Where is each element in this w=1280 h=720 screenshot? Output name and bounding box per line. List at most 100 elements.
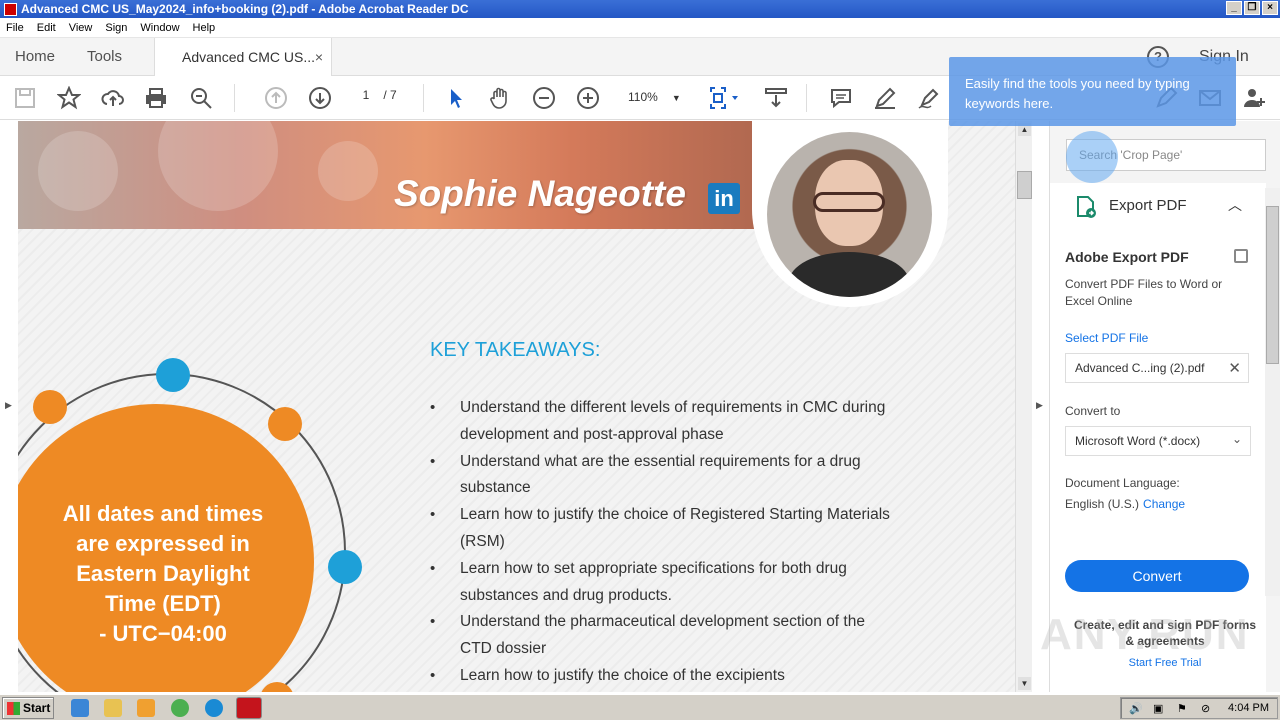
toolbar-separator: [806, 84, 807, 112]
menu-file[interactable]: File: [6, 22, 24, 34]
takeaways-list: Understand the different levels of requi…: [430, 395, 900, 690]
comment-icon[interactable]: [829, 86, 853, 110]
orbit-dot: [328, 550, 362, 584]
select-cursor-icon[interactable]: [444, 86, 468, 110]
orbit-dot: [268, 407, 302, 441]
network-icon[interactable]: ▣: [1153, 702, 1163, 715]
tab-document-label: Advanced CMC US...: [182, 49, 316, 65]
dates-line: Eastern Daylight: [76, 561, 250, 586]
scroll-thumb[interactable]: [1266, 206, 1279, 364]
tab-document[interactable]: Advanced CMC US... ×: [154, 38, 332, 76]
toolbar-separator: [423, 84, 424, 112]
start-button[interactable]: Start: [2, 697, 54, 719]
panel-title: Adobe Export PDF: [1065, 249, 1189, 265]
document-language-label: Document Language:: [1065, 476, 1180, 490]
scroll-down-icon[interactable]: ▼: [1018, 677, 1031, 690]
acrobat-icon: [4, 2, 17, 16]
next-page-icon[interactable]: [308, 86, 332, 110]
speaker-name: Sophie Nageotte: [394, 173, 686, 214]
print-icon[interactable]: [144, 86, 168, 110]
page-number-input[interactable]: 1: [352, 88, 380, 102]
linkedin-icon[interactable]: in: [708, 183, 740, 214]
alert-icon[interactable]: ⊘: [1201, 702, 1210, 715]
toolbar-separator: [234, 84, 235, 112]
dates-notice: All dates and times are expressed in Eas…: [38, 499, 288, 649]
key-takeaways-heading: KEY TAKEAWAYS:: [430, 339, 601, 361]
dates-line: Time (EDT): [105, 591, 221, 616]
export-pdf-icon: [1077, 196, 1096, 218]
export-pdf-label: Export PDF: [1109, 197, 1187, 214]
left-panel-toggle-icon[interactable]: ▶: [5, 400, 12, 411]
orbit-dot: [156, 358, 190, 392]
menu-window[interactable]: Window: [140, 22, 179, 34]
bookmark-star-icon[interactable]: [56, 85, 82, 110]
export-pdf-header[interactable]: Export PDF ︿: [1050, 183, 1266, 229]
photo-body: [789, 252, 909, 297]
zoom-search-icon[interactable]: [189, 86, 213, 110]
document-scrollbar[interactable]: ▲ ▼: [1015, 121, 1032, 692]
panel-description: Convert PDF Files to Word or Excel Onlin…: [1065, 277, 1223, 308]
sign-pen-icon[interactable]: [917, 86, 941, 110]
menu-bar: File Edit View Sign Window Help: [0, 18, 1280, 38]
menu-help[interactable]: Help: [193, 22, 216, 34]
save-icon[interactable]: [13, 86, 37, 110]
window-title: Advanced CMC US_May2024_info+booking (2)…: [21, 2, 469, 16]
change-language-link[interactable]: Change: [1143, 497, 1185, 511]
convert-format-select[interactable]: Microsoft Word (*.docx) ⌄: [1065, 426, 1251, 456]
banner-decoration: [38, 131, 118, 211]
highlight-pen-icon[interactable]: [873, 86, 897, 110]
add-user-icon[interactable]: [1242, 86, 1266, 110]
system-tray: 🔊 ▣ ⚑ ⊘ 4:04 PM: [1120, 697, 1278, 719]
hand-tool-icon[interactable]: [488, 86, 512, 110]
edge-icon[interactable]: [205, 699, 223, 717]
document-language-value: English (U.S.): [1065, 497, 1140, 511]
zoom-out-icon[interactable]: [532, 86, 556, 110]
maximize-button[interactable]: ❐: [1244, 1, 1260, 15]
chrome-icon[interactable]: [171, 699, 189, 717]
tab-tools[interactable]: Tools: [87, 38, 122, 76]
acrobat-taskbar-icon[interactable]: [236, 697, 262, 719]
chevron-up-icon[interactable]: ︿: [1228, 195, 1242, 215]
volume-icon[interactable]: 🔊: [1129, 702, 1143, 715]
banner-decoration: [318, 141, 378, 201]
copy-icon[interactable]: [1234, 249, 1248, 263]
banner-decoration: [158, 121, 278, 211]
document-language: Document Language: English (U.S.) Change: [1065, 473, 1185, 515]
flag-icon[interactable]: ⚑: [1177, 702, 1187, 715]
chevron-down-icon: ▼: [671, 93, 681, 103]
orbit-dot: [33, 390, 67, 424]
selected-file-field[interactable]: Advanced C...ing (2).pdf ✕: [1065, 353, 1249, 383]
list-item: Learn how to set appropriate specificati…: [430, 556, 900, 610]
dates-line: - UTC−04:00: [99, 621, 227, 646]
taskbar: Start 🔊 ▣ ⚑ ⊘ 4:04 PM: [0, 694, 1280, 720]
convert-button[interactable]: Convert: [1065, 560, 1249, 592]
page-fit-icon[interactable]: [708, 86, 742, 110]
media-player-icon[interactable]: [137, 699, 155, 717]
right-panel-toggle-icon[interactable]: ▶: [1036, 400, 1043, 411]
close-window-button[interactable]: ×: [1262, 1, 1278, 15]
list-item: Understand the different levels of requi…: [430, 395, 900, 449]
menu-view[interactable]: View: [69, 22, 93, 34]
convert-to-label: Convert to: [1065, 404, 1121, 418]
menu-sign[interactable]: Sign: [105, 22, 127, 34]
folder-icon[interactable]: [104, 699, 122, 717]
zoom-in-icon[interactable]: [576, 86, 600, 110]
scroll-thumb[interactable]: [1017, 171, 1032, 199]
tab-home[interactable]: Home: [15, 38, 55, 76]
tab-close-icon[interactable]: ×: [315, 38, 323, 76]
selected-file-name: Advanced C...ing (2).pdf: [1075, 361, 1205, 375]
zoom-level-select[interactable]: 110% ▼: [628, 90, 681, 104]
list-item: Understand what are the essential requir…: [430, 449, 900, 503]
chevron-down-icon: ⌄: [1231, 432, 1242, 446]
minimize-button[interactable]: _: [1226, 1, 1242, 15]
right-pane-scrollbar[interactable]: [1265, 188, 1280, 596]
scroll-mode-icon[interactable]: [764, 86, 788, 110]
pdf-page[interactable]: Sophie Nageotte in All dates and times a…: [18, 121, 1015, 692]
previous-page-icon[interactable]: [264, 86, 288, 110]
upload-cloud-icon[interactable]: [101, 86, 125, 110]
ie-icon[interactable]: [71, 699, 89, 717]
menu-edit[interactable]: Edit: [37, 22, 56, 34]
clear-file-icon[interactable]: ✕: [1228, 359, 1241, 377]
search-highlight: [1066, 131, 1118, 183]
select-pdf-file-link[interactable]: Select PDF File: [1065, 331, 1148, 345]
